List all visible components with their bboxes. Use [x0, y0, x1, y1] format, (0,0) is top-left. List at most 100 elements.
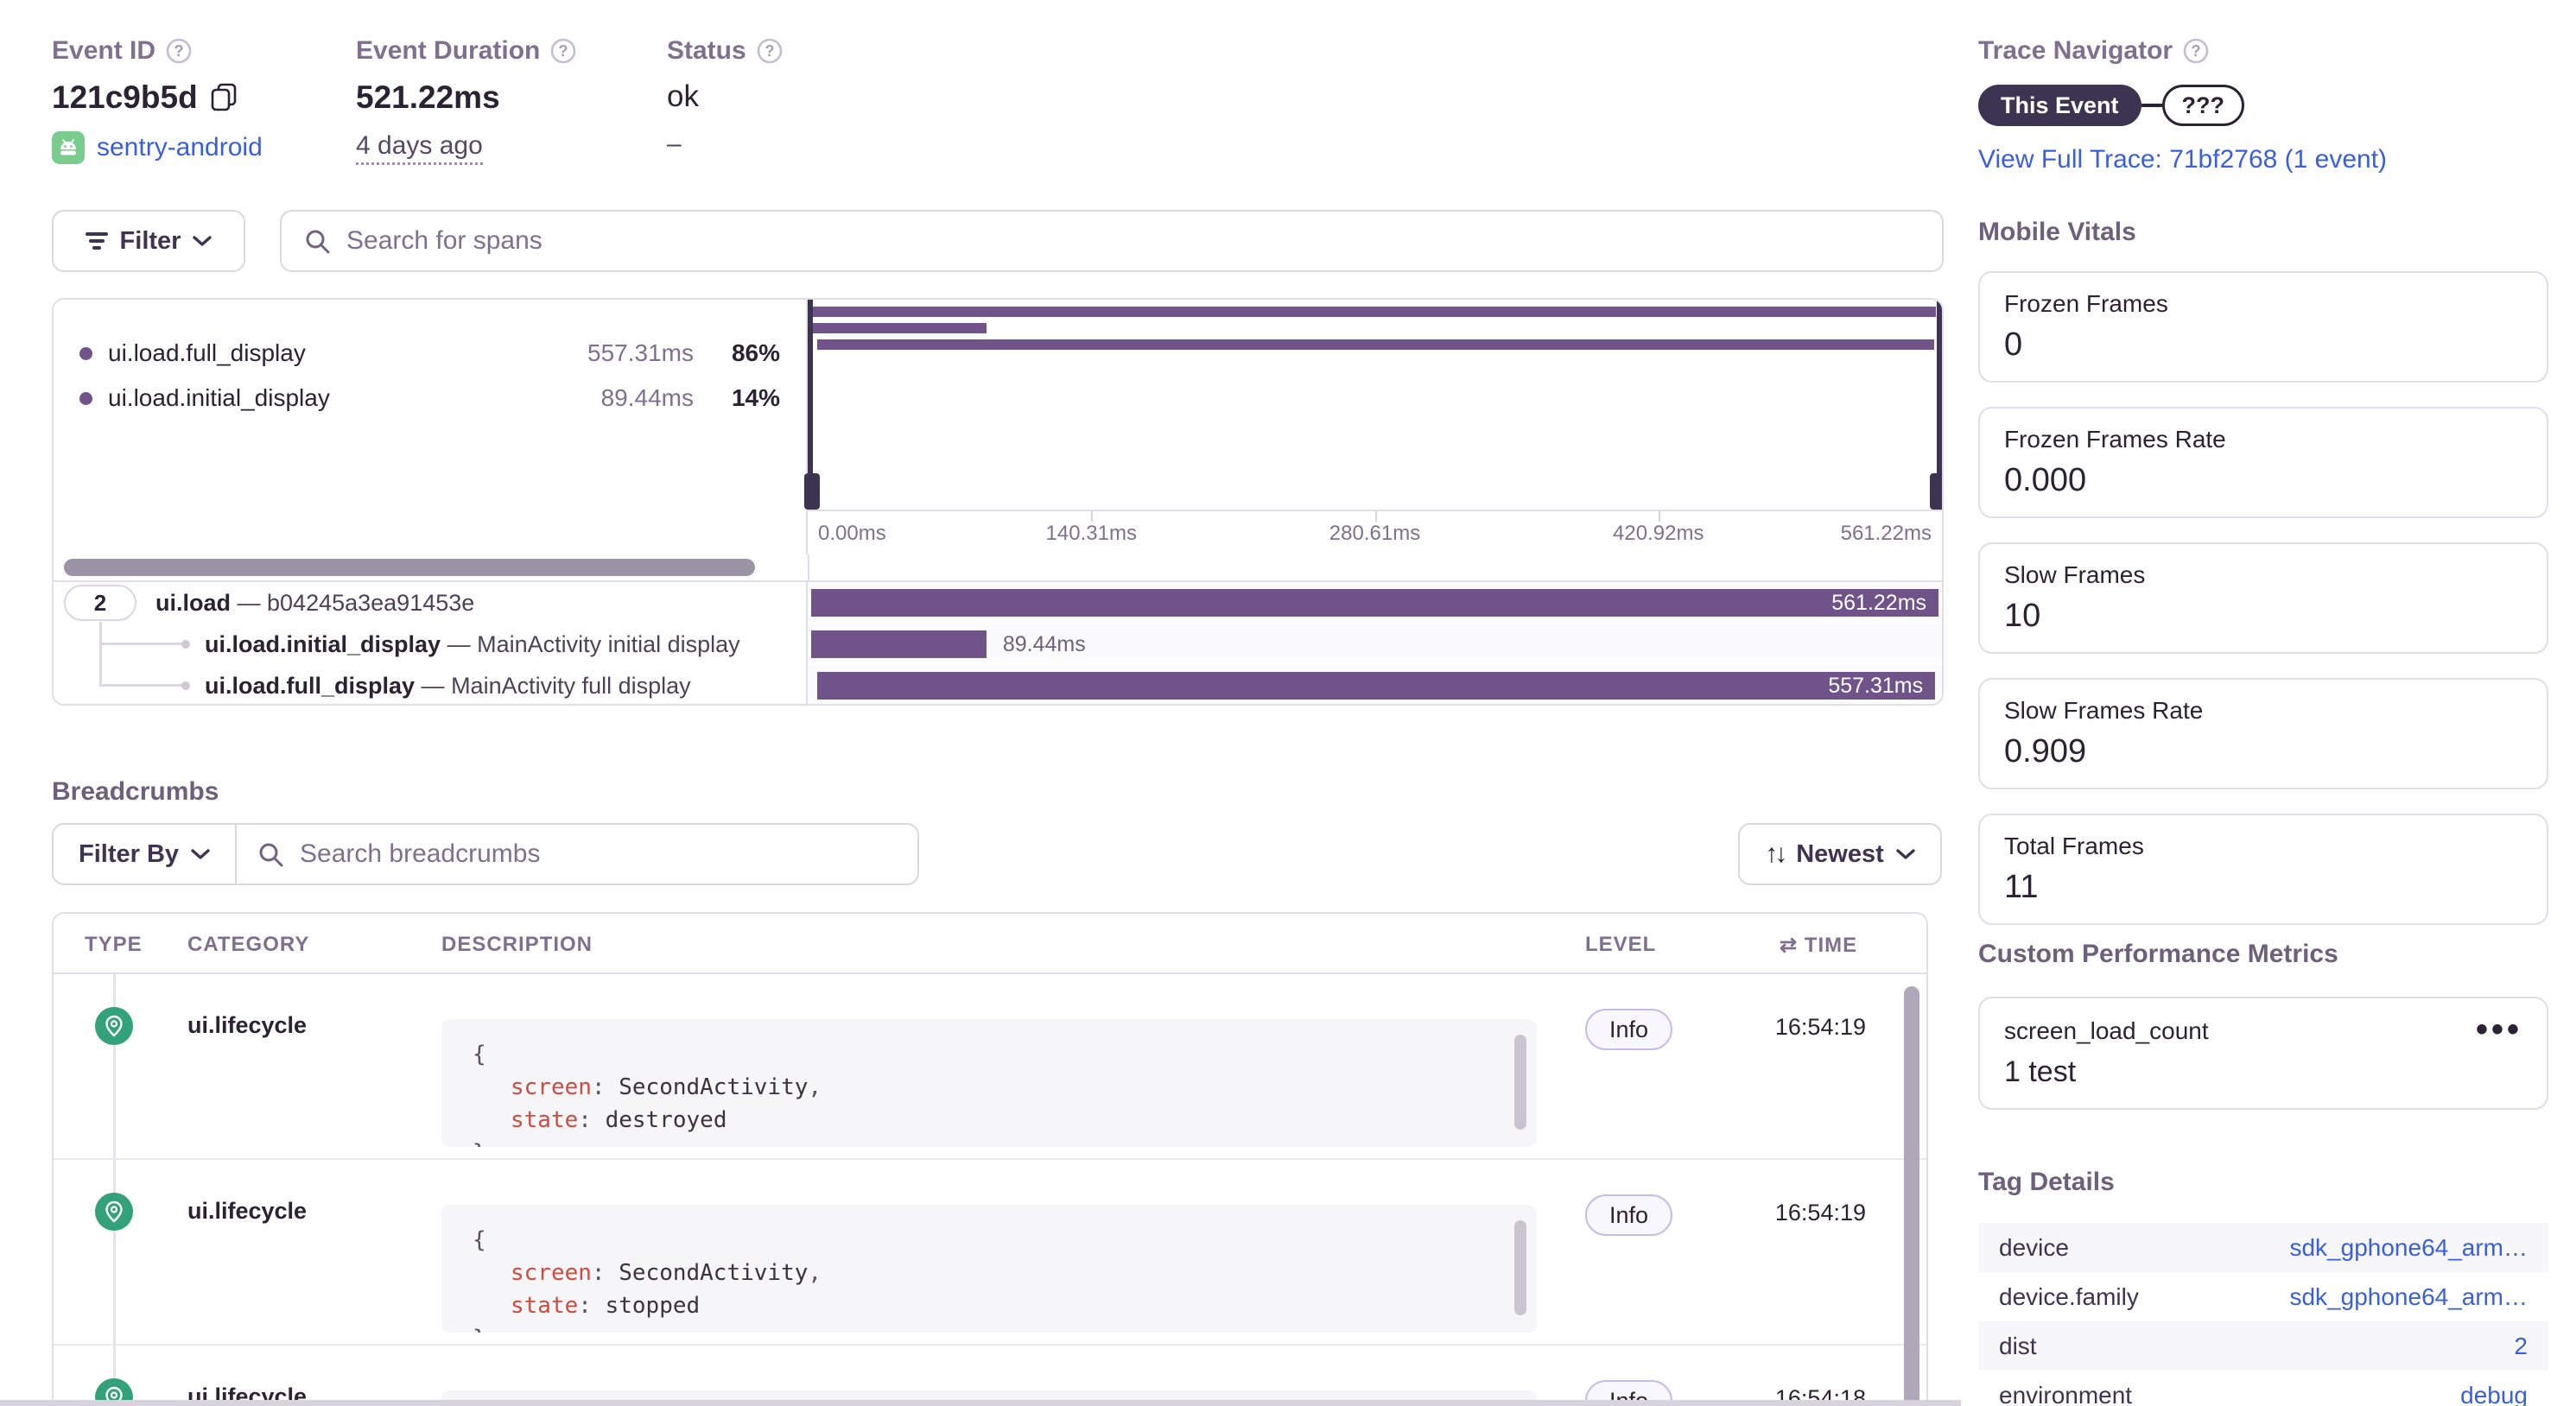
span-color-dot — [79, 347, 92, 360]
help-icon[interactable] — [2183, 38, 2209, 64]
axis-tick-label: 420.92ms — [1613, 522, 1704, 546]
span-row-full-display[interactable]: ui.load.full_display — MainActivity full… — [54, 665, 1942, 706]
pill-connector — [2141, 104, 2162, 107]
code-scrollbar-thumb[interactable] — [1514, 1035, 1526, 1130]
this-event-pill[interactable]: This Event — [1978, 85, 2141, 126]
span-duration-bar[interactable]: 561.22ms — [811, 589, 1938, 617]
breadcrumb-category: ui.lifecycle — [187, 1012, 307, 1039]
metric-name: screen_load_count — [2004, 1017, 2522, 1045]
vital-card: Total Frames 11 — [1978, 814, 2548, 925]
trace-navigator: Trace Navigator This Event ??? View Full… — [1978, 36, 2557, 174]
span-duration-bar[interactable]: 557.31ms — [817, 672, 1936, 700]
tag-value-link[interactable]: sdk_gphone64_arm… — [2289, 1283, 2528, 1311]
android-platform-icon — [52, 131, 85, 164]
span-row-initial-display[interactable]: ui.load.initial_display — MainActivity i… — [54, 624, 1942, 665]
unknown-trace-pill[interactable]: ??? — [2162, 85, 2244, 126]
breadcrumbs-table-header: TYPE CATEGORY DESCRIPTION LEVEL ⇄ TIME — [54, 914, 1926, 974]
col-time-sort[interactable]: ⇄ TIME — [1780, 933, 1857, 958]
status-section: Status ok – — [667, 36, 874, 165]
span-duration-label: 557.31ms — [1828, 672, 1923, 700]
breadcrumb-time: 16:54:19 — [1775, 1200, 1866, 1226]
navigation-pin-icon — [95, 1007, 133, 1045]
axis-tick-label: 0.00ms — [818, 522, 886, 546]
custom-performance-metrics-section: Custom Performance Metrics screen_load_c… — [1978, 940, 2548, 1110]
minimap-span-bar — [811, 323, 987, 333]
spans-panel: ui.load.full_display 557.31ms 86% ui.loa… — [52, 298, 1944, 706]
search-icon — [257, 841, 284, 868]
breadcrumbs-filter-by-button[interactable]: Filter By — [54, 825, 237, 884]
event-duration-label: Event Duration — [356, 36, 540, 66]
tag-value-link[interactable]: 2 — [2514, 1333, 2528, 1360]
copy-icon[interactable] — [210, 83, 238, 112]
vital-card: Frozen Frames Rate 0.000 — [1978, 407, 2548, 518]
span-color-dot — [79, 392, 92, 405]
table-scrollbar-thumb[interactable] — [1904, 986, 1919, 1406]
tag-details-heading: Tag Details — [1978, 1168, 2548, 1197]
breadcrumbs-heading: Breadcrumbs — [52, 777, 219, 807]
trace-navigator-label: Trace Navigator — [1978, 36, 2173, 66]
view-full-trace-link[interactable]: View Full Trace: 71bf2768 (1 event) — [1978, 145, 2557, 174]
custom-metric-card: screen_load_count 1 test ••• — [1978, 997, 2548, 1110]
vital-card: Slow Frames Rate 0.909 — [1978, 678, 2548, 789]
legend-item[interactable]: ui.load.full_display 557.31ms 86% — [79, 331, 780, 376]
col-type: TYPE — [85, 933, 143, 957]
spans-filter-label: Filter — [120, 227, 181, 256]
tag-value-link[interactable]: sdk_gphone64_arm… — [2289, 1234, 2528, 1262]
chevron-down-icon — [193, 235, 212, 247]
event-duration-section: Event Duration 521.22ms 4 days ago — [356, 36, 667, 165]
breadcrumbs-sort-button[interactable]: ↑↓ Newest — [1738, 823, 1942, 885]
minimap-chart[interactable] — [808, 300, 1942, 510]
vital-card: Frozen Frames 0 — [1978, 271, 2548, 383]
minimap-left-handle[interactable] — [808, 300, 813, 510]
tag-row: dist 2 — [1978, 1321, 2548, 1371]
custom-metrics-heading: Custom Performance Metrics — [1978, 940, 2548, 969]
span-duration-label: 89.44ms — [1003, 630, 1086, 658]
breadcrumbs-filter-combo: Filter By — [52, 823, 919, 885]
timeline-axis: 0.00ms 140.31ms 280.61ms 420.92ms 561.22… — [808, 510, 1942, 553]
tag-row: environment debug — [1978, 1371, 2548, 1406]
level-badge: Info — [1585, 1194, 1672, 1236]
breadcrumbs-table-body: ui.lifecycle { screen: SecondActivity, s… — [54, 974, 1926, 1406]
tag-details-section: Tag Details device sdk_gphone64_arm… dev… — [1978, 1168, 2548, 1406]
axis-tick-label: 280.61ms — [1329, 522, 1420, 546]
event-id-section: Event ID 121c9b5d — [52, 36, 356, 165]
span-tree: 2 ui.load — b04245a3ea91453e 561.22ms ui… — [54, 580, 1942, 706]
tag-row: device.family sdk_gphone64_arm… — [1978, 1272, 2548, 1321]
span-children-count[interactable]: 2 — [64, 585, 136, 621]
help-icon[interactable] — [166, 38, 192, 64]
legend-item[interactable]: ui.load.initial_display 89.44ms 14% — [79, 376, 780, 421]
navigation-pin-icon — [95, 1193, 133, 1231]
help-icon[interactable] — [550, 38, 576, 64]
breadcrumb-category: ui.lifecycle — [187, 1198, 307, 1225]
breadcrumb-row: ui.lifecycle { screen: SecondActivity, s… — [54, 974, 1926, 1160]
chevron-down-icon — [1896, 848, 1915, 860]
metric-value: 1 test — [2004, 1055, 2522, 1089]
spans-filter-button[interactable]: Filter — [52, 210, 245, 272]
col-category: CATEGORY — [187, 933, 309, 957]
col-description: DESCRIPTION — [441, 933, 593, 957]
breadcrumb-time: 16:54:19 — [1775, 1014, 1866, 1041]
code-scrollbar-thumb[interactable] — [1514, 1220, 1526, 1315]
span-duration-label: 561.22ms — [1831, 589, 1926, 617]
tag-value-link[interactable]: debug — [2460, 1382, 2528, 1406]
tag-row: device sdk_gphone64_arm… — [1978, 1223, 2548, 1272]
hscroll-thumb[interactable] — [64, 559, 755, 576]
span-duration-bar[interactable] — [811, 630, 987, 658]
event-id-label: Event ID — [52, 36, 155, 66]
chevron-down-icon — [191, 848, 210, 860]
breadcrumb-description-code[interactable]: { screen: SecondActivity, state: stopped… — [441, 1205, 1537, 1333]
minimap-right-handle[interactable] — [1937, 300, 1942, 510]
spans-search-input[interactable] — [346, 226, 1919, 256]
page-bottom-scroll-strip[interactable] — [0, 1400, 1961, 1406]
overflow-menu-icon[interactable]: ••• — [2476, 1010, 2522, 1049]
search-icon — [304, 228, 331, 255]
level-badge: Info — [1585, 1009, 1672, 1050]
span-row-root[interactable]: 2 ui.load — b04245a3ea91453e 561.22ms — [54, 582, 1942, 624]
breadcrumbs-search-input[interactable] — [300, 839, 897, 869]
project-link[interactable]: sentry-android — [97, 133, 263, 162]
breadcrumb-description-code[interactable]: { screen: SecondActivity, state: destroy… — [441, 1019, 1537, 1147]
sentry-event-page: Event ID 121c9b5d — [0, 0, 2576, 1406]
filter-icon — [86, 231, 108, 250]
time-sort-icon: ⇄ — [1780, 934, 1798, 957]
help-icon[interactable] — [757, 38, 783, 64]
